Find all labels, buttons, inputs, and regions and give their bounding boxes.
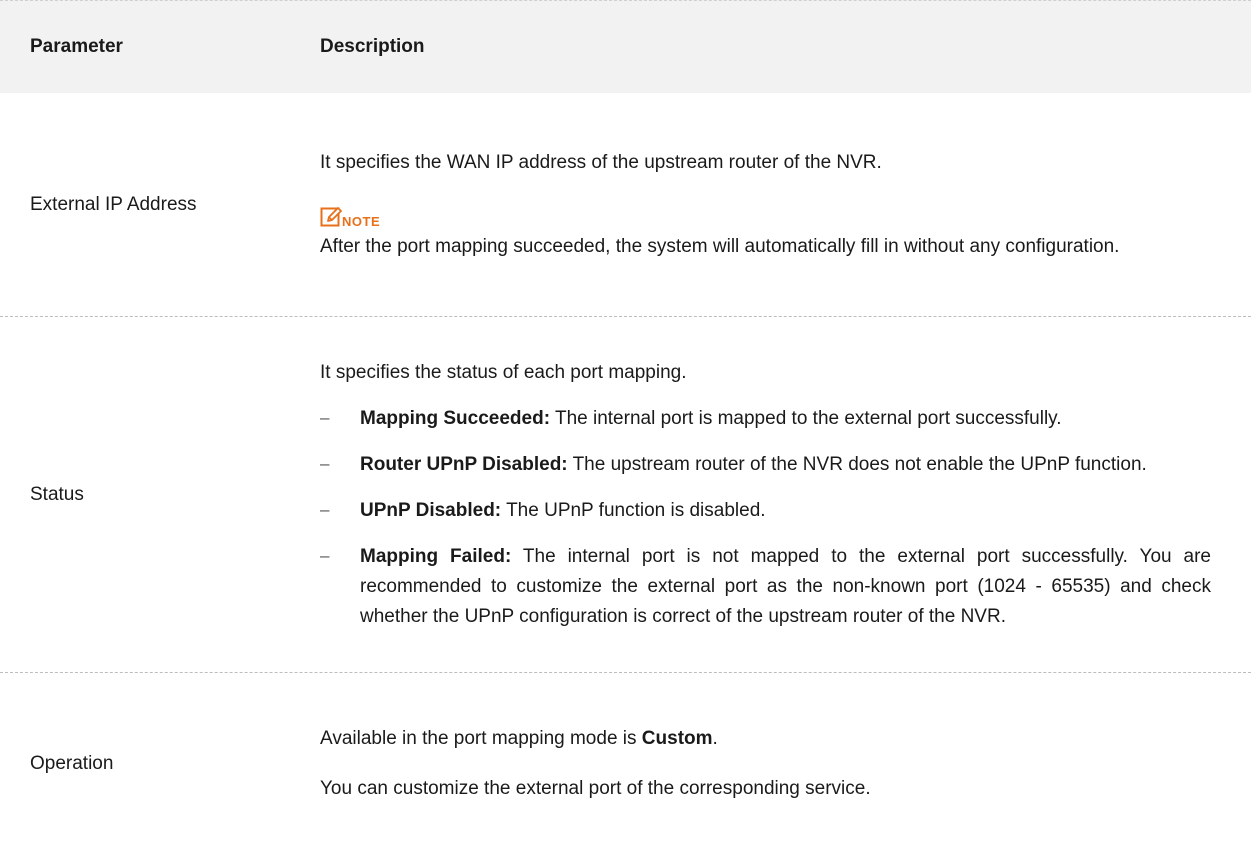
item-text: The UPnP function is disabled. — [501, 499, 766, 521]
desc-text: It specifies the WAN IP address of the u… — [320, 151, 882, 173]
dash-marker: – — [320, 545, 330, 565]
table-header: Parameter Description — [0, 0, 1251, 93]
table-row: Operation Available in the port mapping … — [0, 673, 1251, 854]
desc-status: It specifies the status of each port map… — [320, 358, 1251, 632]
item-term: Mapping Succeeded: — [360, 407, 551, 429]
header-parameter: Parameter — [30, 36, 123, 57]
dash-marker: – — [320, 407, 330, 427]
desc-external-ip: It specifies the WAN IP address of the u… — [320, 148, 1251, 262]
note-pencil-icon — [320, 206, 342, 226]
note-label: NOTE — [342, 213, 381, 229]
item-text: The internal port is mapped to the exter… — [550, 407, 1062, 429]
mode-custom: Custom — [641, 727, 713, 749]
item-term: Router UPnP Disabled: — [360, 453, 568, 475]
dash-marker: – — [320, 499, 330, 519]
desc-text: Available in the port mapping mode is Cu… — [320, 727, 718, 749]
note-marker: NOTE — [320, 200, 1211, 228]
item-term: UPnP Disabled: — [360, 499, 502, 521]
table-row: Status It specifies the status of each p… — [0, 317, 1251, 673]
item-text: The upstream router of the NVR does not … — [567, 453, 1147, 475]
header-description: Description — [320, 36, 425, 57]
list-item: – UPnP Disabled: The UPnP function is di… — [320, 496, 1211, 526]
desc-text: It specifies the status of each port map… — [320, 361, 687, 383]
dash-marker: – — [320, 453, 330, 473]
param-external-ip: External IP Address — [30, 193, 197, 215]
list-item: – Mapping Failed: The internal port is n… — [320, 542, 1211, 632]
desc-text-2: You can customize the external port of t… — [320, 777, 871, 799]
parameter-table: Parameter Description External IP Addres… — [0, 0, 1251, 854]
table-row: External IP Address It specifies the WAN… — [0, 93, 1251, 317]
param-operation: Operation — [30, 752, 114, 774]
note-text: After the port mapping succeeded, the sy… — [320, 235, 1120, 257]
list-item: – Mapping Succeeded: The internal port i… — [320, 404, 1211, 434]
list-item: – Router UPnP Disabled: The upstream rou… — [320, 450, 1211, 480]
item-term: Mapping Failed: — [360, 545, 512, 567]
param-status: Status — [30, 483, 84, 505]
desc-operation: Available in the port mapping mode is Cu… — [320, 724, 1251, 804]
